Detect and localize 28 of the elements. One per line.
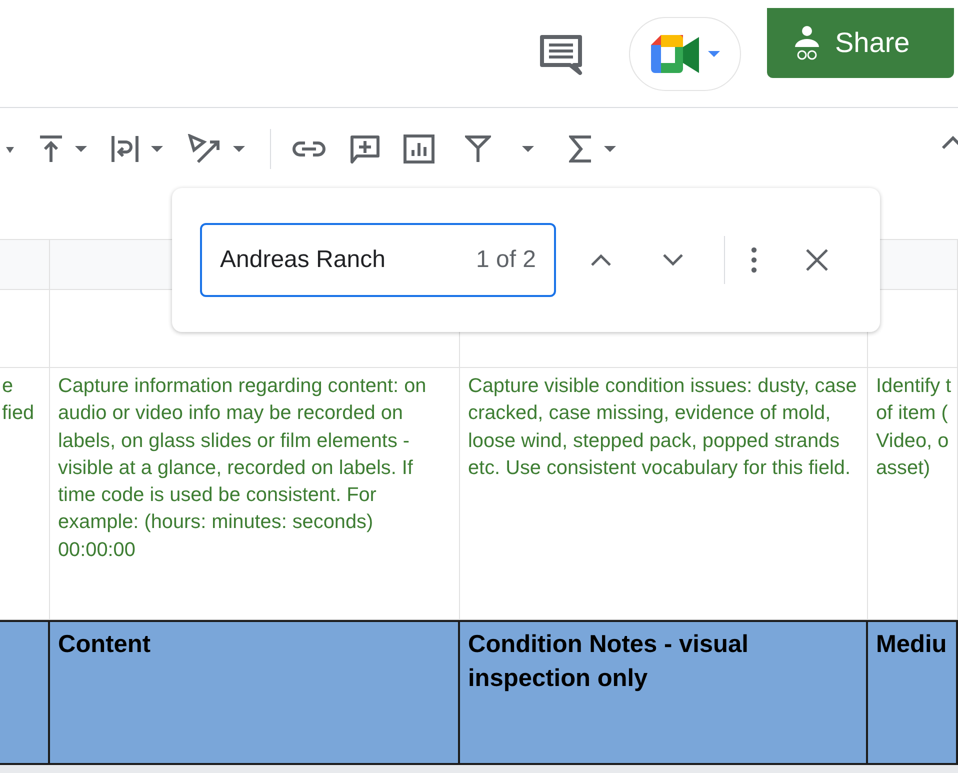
add-comment-icon[interactable] <box>349 134 381 164</box>
next-match-icon[interactable] <box>662 253 684 267</box>
dropdown-caret-icon <box>707 50 721 58</box>
comment-icon[interactable] <box>538 32 584 74</box>
sigma-icon[interactable] <box>569 134 593 164</box>
previous-match-icon[interactable] <box>590 253 612 267</box>
chart-icon[interactable] <box>403 134 435 164</box>
filter-icon[interactable] <box>465 134 491 164</box>
dropdown-caret-icon[interactable] <box>232 145 246 153</box>
more-options-icon[interactable] <box>751 247 757 273</box>
share-button[interactable]: Share <box>767 8 954 78</box>
header-cell: Content <box>50 620 460 765</box>
vertical-align-top-icon[interactable] <box>38 134 64 164</box>
dropdown-caret-icon[interactable] <box>603 145 617 153</box>
header-cell: Condition Notes - visual inspection only <box>460 620 868 765</box>
header-cell: Mediu <box>868 620 958 765</box>
dropdown-caret-icon[interactable] <box>150 145 164 153</box>
dropdown-caret-icon[interactable] <box>521 145 535 153</box>
text-wrap-icon[interactable] <box>110 134 140 164</box>
close-icon[interactable] <box>805 248 829 272</box>
find-field[interactable]: Andreas Ranch 1 of 2 <box>200 223 556 297</box>
dropdown-caret-icon[interactable] <box>74 145 88 153</box>
match-count: 1 of 2 <box>476 246 536 274</box>
text-rotate-icon[interactable] <box>186 134 222 164</box>
person-icon <box>793 24 821 60</box>
dropdown-caret-icon[interactable] <box>6 145 14 153</box>
video-camera-icon <box>649 32 701 74</box>
search-query: Andreas Ranch <box>220 246 386 274</box>
